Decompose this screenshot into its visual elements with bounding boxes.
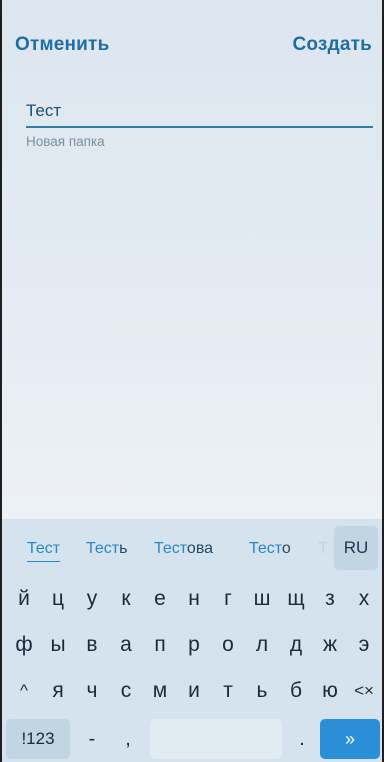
- key[interactable]: ш: [245, 579, 279, 619]
- enter-key[interactable]: »: [320, 719, 380, 759]
- key[interactable]: ц: [41, 579, 75, 619]
- key[interactable]: д: [279, 625, 313, 665]
- create-button[interactable]: Создать: [292, 34, 372, 56]
- key[interactable]: в: [75, 625, 109, 665]
- key[interactable]: л: [245, 625, 279, 665]
- cancel-button[interactable]: Отменить: [15, 34, 109, 56]
- key[interactable]: б: [279, 671, 313, 711]
- suggestion-bar: Тест Тесть Тестова Тесто Т RU: [2, 519, 382, 574]
- key[interactable]: щ: [279, 579, 313, 619]
- folder-name-input[interactable]: [26, 100, 373, 128]
- key[interactable]: й: [7, 579, 41, 619]
- folder-name-hint: Новая папка: [26, 134, 105, 149]
- suggestion-2[interactable]: Тесть: [86, 540, 127, 558]
- top-bar: Отменить Создать: [2, 26, 382, 66]
- key[interactable]: и: [177, 671, 211, 711]
- key[interactable]: р: [177, 625, 211, 665]
- suggestion-3[interactable]: Тестова: [154, 540, 213, 558]
- key[interactable]: ь: [245, 671, 279, 711]
- key[interactable]: г: [211, 579, 245, 619]
- shift-key[interactable]: ^: [7, 671, 41, 711]
- key[interactable]: о: [211, 625, 245, 665]
- on-screen-keyboard: Тест Тесть Тестова Тесто Т RU й ц у к е …: [2, 519, 382, 762]
- key[interactable]: у: [75, 579, 109, 619]
- key[interactable]: а: [109, 625, 143, 665]
- key[interactable]: к: [109, 579, 143, 619]
- dot-key[interactable]: .: [285, 719, 319, 759]
- key[interactable]: ю: [313, 671, 347, 711]
- suggestion-1[interactable]: Тест: [27, 540, 60, 562]
- backspace-key[interactable]: <×: [347, 671, 381, 711]
- key[interactable]: е: [143, 579, 177, 619]
- key[interactable]: ч: [75, 671, 109, 711]
- key-row-bottom: !123 - , . »: [2, 719, 382, 762]
- key[interactable]: м: [143, 671, 177, 711]
- key[interactable]: з: [313, 579, 347, 619]
- key-row-1: й ц у к е н г ш щ з х: [2, 579, 382, 619]
- key[interactable]: х: [347, 579, 381, 619]
- key[interactable]: с: [109, 671, 143, 711]
- numbers-key[interactable]: !123: [6, 719, 70, 759]
- key[interactable]: ж: [313, 625, 347, 665]
- key[interactable]: т: [211, 671, 245, 711]
- suggestion-5[interactable]: Т: [318, 540, 328, 558]
- key[interactable]: ы: [41, 625, 75, 665]
- create-folder-screen: Отменить Создать Новая папка Тест Тесть …: [0, 0, 384, 762]
- suggestion-4[interactable]: Тесто: [249, 540, 291, 558]
- key[interactable]: я: [41, 671, 75, 711]
- language-key[interactable]: RU: [334, 526, 378, 570]
- key[interactable]: э: [347, 625, 381, 665]
- key[interactable]: н: [177, 579, 211, 619]
- key-row-2: ф ы в а п р о л д ж э: [2, 625, 382, 665]
- key[interactable]: п: [143, 625, 177, 665]
- space-key[interactable]: [150, 719, 282, 759]
- key[interactable]: ф: [7, 625, 41, 665]
- comma-key[interactable]: ,: [111, 719, 145, 759]
- minus-key[interactable]: -: [75, 719, 109, 759]
- key-row-3: ^ я ч с м и т ь б ю <×: [2, 671, 382, 711]
